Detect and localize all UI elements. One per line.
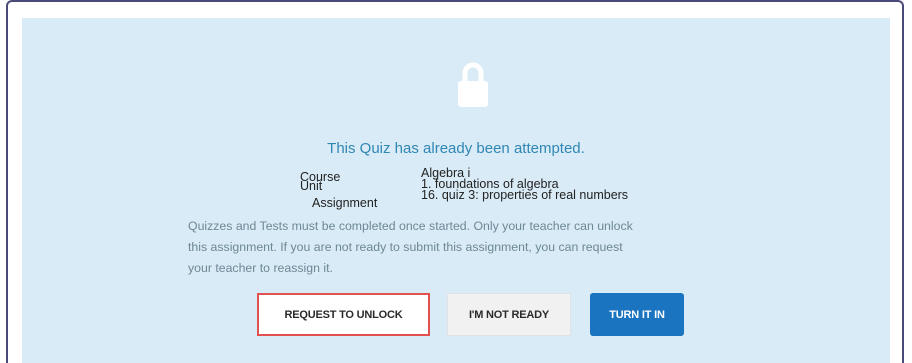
turn-it-in-label: TURN IT IN	[609, 308, 665, 321]
instructions-line: Quizzes and Tests must be completed once…	[188, 219, 633, 233]
instructions-text: Quizzes and Tests must be completed once…	[188, 216, 828, 279]
instructions-line: this assignment. If you are not ready to…	[188, 240, 623, 254]
assignment-label: Assignment	[312, 196, 378, 210]
unit-label: Unit	[300, 179, 323, 193]
not-ready-button[interactable]: I'M NOT READY	[447, 293, 571, 336]
lock-icon	[458, 62, 488, 107]
instructions-line: your teacher to reassign it.	[188, 261, 333, 275]
attempted-message-title: This Quiz has already been attempted.	[327, 140, 585, 157]
not-ready-label: I'M NOT READY	[468, 308, 550, 321]
request-to-unlock-button[interactable]: REQUEST TO UNLOCK	[257, 293, 430, 336]
assignment-value: 16. quiz 3: properties of real numbers	[421, 188, 629, 202]
request-to-unlock-label: REQUEST TO UNLOCK	[284, 308, 403, 321]
turn-it-in-button[interactable]: TURN IT IN	[590, 293, 684, 336]
